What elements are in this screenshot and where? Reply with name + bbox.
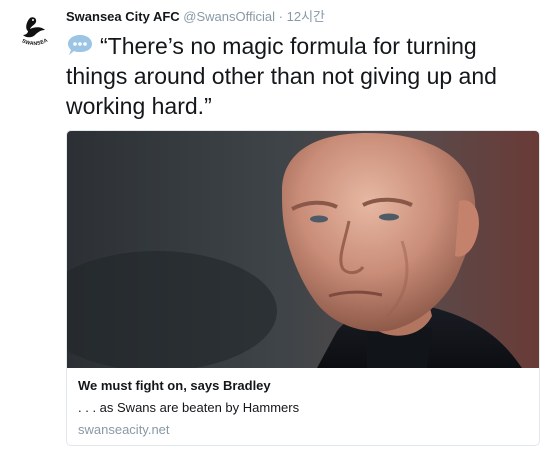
speech-balloon-icon: [68, 35, 92, 55]
tweet-text-block: “There’s no magic formula for turning th…: [66, 31, 536, 121]
link-card[interactable]: We must fight on, says Bradley . . . as …: [66, 130, 540, 446]
author-name[interactable]: Swansea City AFC: [66, 9, 180, 24]
tweet-header: Swansea City AFC @SwansOfficial · 12시간: [66, 9, 325, 25]
tweet: SWANSEA CITY AFC Swansea City AFC @Swans…: [0, 0, 550, 456]
separator: ·: [278, 9, 283, 24]
swansea-logo-avatar[interactable]: SWANSEA CITY AFC: [10, 10, 58, 58]
card-title[interactable]: We must fight on, says Bradley: [78, 377, 528, 395]
card-image: [67, 131, 539, 368]
swan-logo-icon: SWANSEA CITY AFC: [10, 10, 57, 57]
author-handle[interactable]: @SwansOfficial: [183, 9, 275, 24]
timestamp[interactable]: 12시간: [287, 9, 325, 24]
card-body: We must fight on, says Bradley . . . as …: [78, 377, 528, 439]
tweet-text: “There’s no magic formula for turning th…: [66, 33, 497, 119]
card-description: . . . as Swans are beaten by Hammers: [78, 400, 300, 415]
card-domain[interactable]: swanseacity.net: [78, 421, 528, 439]
